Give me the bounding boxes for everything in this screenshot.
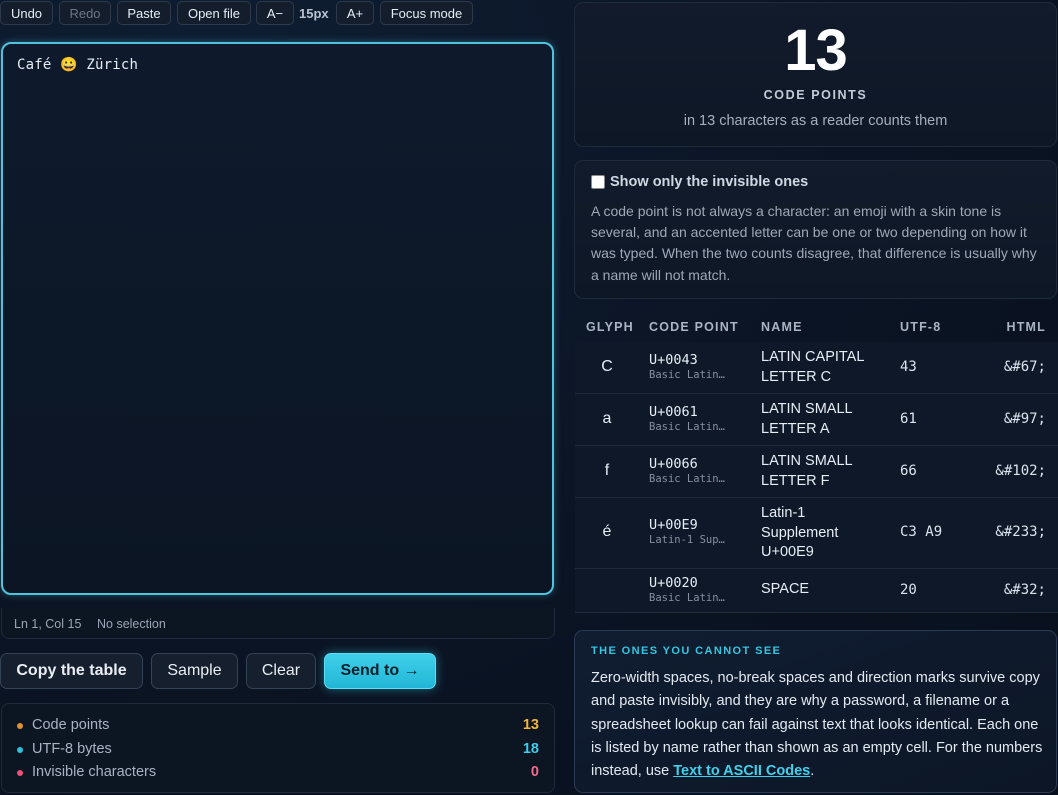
editor-content[interactable]: Café 😀 Zürich [17, 57, 138, 73]
info-title: THE ONES YOU CANNOT SEE [591, 645, 782, 657]
sample-button[interactable]: Sample [151, 653, 238, 689]
utf8-cell: C3 A9 [900, 524, 943, 540]
glyph-cell: C [601, 358, 613, 375]
code-point-summary: 13 CODE POINTS in 13 characters as a rea… [574, 2, 1057, 147]
code-point-cell: U+0061 [649, 404, 698, 420]
utf8-cell: 61 [900, 411, 917, 427]
table-row: C U+0043 Basic Latin… LATIN CAPITAL LETT… [575, 342, 1058, 394]
header-name: NAME [761, 320, 803, 334]
name-cell: SPACE [761, 581, 810, 597]
stat-invisible-characters: Invisible characters 0 [2, 763, 554, 783]
copy-table-button[interactable]: Copy the table [0, 653, 143, 689]
invisible-characters-dot [17, 770, 23, 776]
table-row: é U+00E9 Latin-1 Sup… Latin-1 Supplement… [575, 498, 1058, 569]
utf8-bytes-dot [17, 747, 23, 753]
stat-code-points: Code points 13 [2, 716, 554, 736]
code-point-count: 13 [784, 18, 848, 83]
block-cell: Basic Latin… [649, 473, 725, 485]
info-text: Zero-width spaces, no-break spaces and d… [591, 670, 1043, 780]
name-cell: Latin-1 Supplement U+00E9 [761, 505, 839, 560]
html-cell: &#102; [995, 463, 1046, 479]
invisible-filter-label[interactable]: Show only the invisible ones [610, 174, 808, 190]
stat-label: Invisible characters [32, 764, 157, 780]
glyph-cell: a [602, 410, 612, 427]
code-point-note: A code point is not always a character: … [591, 203, 1037, 283]
send-to-button[interactable]: Send to → [324, 653, 436, 689]
utf8-cell: 66 [900, 463, 917, 479]
glyph-cell: é [602, 523, 612, 540]
invisible-filter[interactable]: Show only the invisible ones [591, 174, 808, 190]
code-points-dot [17, 723, 23, 729]
utf8-cell: 20 [900, 582, 917, 598]
code-point-cell: U+0043 [649, 352, 698, 368]
code-point-cell: U+00E9 [649, 517, 698, 533]
table-row: U+0020 Basic Latin… SPACE 20 &#32; [575, 569, 1058, 613]
focus-mode-button[interactable]: Focus mode [380, 1, 473, 25]
table-header: GLYPH CODE POINT NAME UTF-8 HTML [575, 313, 1058, 343]
stat-label: UTF-8 bytes [32, 741, 112, 757]
header-glyph: GLYPH [586, 320, 634, 334]
paste-button[interactable]: Paste [117, 1, 171, 25]
html-cell: &#97; [1003, 411, 1046, 427]
redo-button[interactable]: Redo [59, 1, 111, 25]
code-point-subtitle: in 13 characters as a reader counts them [683, 113, 948, 129]
stat-label: Code points [32, 717, 110, 733]
block-cell: Basic Latin… [649, 421, 725, 433]
code-point-cell: U+0066 [649, 456, 698, 472]
font-decrease-button[interactable]: A− [256, 1, 294, 25]
stat-value: 18 [522, 741, 539, 757]
selection-status: No selection [97, 617, 166, 631]
header-code-point: CODE POINT [649, 320, 739, 334]
name-cell: LATIN SMALL LETTER F [761, 453, 853, 489]
status-bar: Ln 1, Col 15 No selection [1, 608, 555, 639]
table-row: f U+0066 Basic Latin… LATIN SMALL LETTER… [575, 446, 1058, 498]
html-cell: &#67; [1003, 359, 1046, 375]
font-size-readout: 15px [299, 5, 329, 21]
invisible-info-panel: THE ONES YOU CANNOT SEE Zero-width space… [574, 630, 1057, 793]
code-point-label: CODE POINTS [763, 88, 868, 102]
stats-panel: Code points 13 UTF-8 bytes 18 Invisible … [1, 703, 555, 793]
clear-button[interactable]: Clear [246, 653, 316, 689]
table-row: a U+0061 Basic Latin… LATIN SMALL LETTER… [575, 394, 1058, 446]
info-tail: . [810, 763, 815, 780]
code-point-cell: U+0020 [649, 575, 698, 591]
header-utf8: UTF-8 [900, 320, 942, 334]
text-editor[interactable]: Café 😀 Zürich [1, 42, 554, 595]
block-cell: Basic Latin… [649, 592, 725, 604]
stat-utf8-bytes: UTF-8 bytes 18 [2, 740, 554, 760]
stat-value: 0 [530, 764, 539, 780]
filter-panel: Show only the invisible ones A code poin… [574, 160, 1057, 299]
utf8-cell: 43 [900, 359, 917, 375]
cursor-position: Ln 1, Col 15 [14, 617, 82, 631]
undo-button[interactable]: Undo [0, 1, 53, 25]
font-increase-button[interactable]: A+ [336, 1, 374, 25]
name-cell: LATIN CAPITAL LETTER C [761, 349, 864, 385]
block-cell: Basic Latin… [649, 369, 725, 381]
stat-value: 13 [522, 717, 539, 733]
name-cell: LATIN SMALL LETTER A [761, 401, 853, 437]
text-to-ascii-link[interactable]: Text to ASCII Codes [673, 763, 810, 779]
open-file-button[interactable]: Open file [177, 1, 251, 25]
invisible-filter-checkbox[interactable] [591, 175, 605, 189]
info-body: Zero-width spaces, no-break spaces and d… [591, 667, 1047, 783]
block-cell: Latin-1 Sup… [649, 534, 725, 546]
html-cell: &#32; [1003, 582, 1046, 598]
html-cell: &#233; [995, 524, 1046, 540]
header-html: HTML [1006, 320, 1046, 334]
glyph-cell: f [604, 462, 610, 479]
